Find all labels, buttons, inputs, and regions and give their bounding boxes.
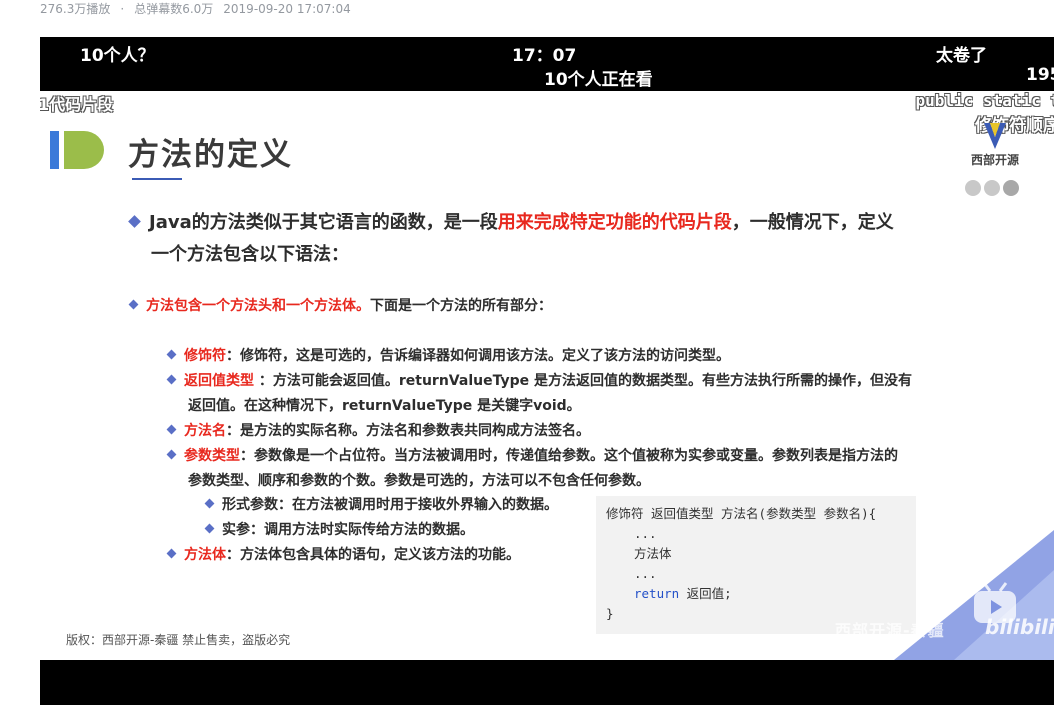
code-keyword: return bbox=[634, 586, 680, 601]
meta-separator: · bbox=[120, 2, 125, 16]
diamond-bullet-icon bbox=[204, 523, 215, 533]
item-param-type: 参数类型：参数像是一个占位符。当方法被调用时，传递值给参数。这个值被称为实参或变… bbox=[166, 444, 958, 494]
item-desc: ：参数像是一个占位符。当方法被调用时，传递值给参数。这个值被称为实参或变量。参数… bbox=[240, 448, 898, 464]
item-method-name: 方法名：是方法的实际名称。方法名和参数表共同构成方法签名。 bbox=[166, 419, 958, 444]
subitem-formal-param: 形式参数：在方法被调用时用于接收外界输入的数据。 bbox=[204, 493, 558, 518]
title-accent-icon bbox=[50, 131, 104, 169]
diamond-bullet-icon bbox=[166, 424, 177, 434]
danmaku-comment: 10个人正在看 bbox=[544, 70, 653, 90]
diamond-bullet-icon bbox=[166, 449, 177, 459]
copyright-note: 版权：西部开源-秦疆 禁止售卖，盗版必究 bbox=[66, 633, 291, 647]
item-term: 修饰符 bbox=[184, 348, 226, 364]
play-count: 276.3万播放 bbox=[40, 2, 111, 16]
bullet-highlight: 方法包含一个方法头和一个方法体。 bbox=[146, 298, 370, 314]
bullet-text: 下面是一个方法的所有部分： bbox=[370, 298, 552, 314]
item-term: 参数类型 bbox=[184, 448, 240, 464]
video-frame-slide: 1代码片段 public static t 修饰符顺序 方法的定义 西部开源 J… bbox=[40, 91, 1054, 660]
item-term: 方法体 bbox=[184, 547, 226, 563]
item-modifier: 修饰符：修饰符，这是可选的，告诉编译器如何调用该方法。定义了该方法的访问类型。 bbox=[166, 344, 958, 369]
diamond-bullet-icon bbox=[204, 498, 215, 508]
code-line: 修饰符 返回值类型 方法名(参数类型 参数名){ bbox=[606, 506, 877, 521]
item-term: 返回值类型 bbox=[184, 373, 254, 389]
brand-logo-icon bbox=[984, 123, 1006, 149]
danmaku-comment: 10个人？ bbox=[80, 46, 155, 66]
item-desc: ：方法可能会返回值。returnValueType 是方法返回值的数据类型。有些… bbox=[254, 373, 912, 389]
subitem-text: 形式参数：在方法被调用时用于接收外界输入的数据。 bbox=[222, 497, 558, 513]
code-line: ... bbox=[634, 566, 657, 581]
bullet-text: ，一般情况下，定义 bbox=[731, 212, 894, 233]
danmaku-comment: 17：07 bbox=[512, 46, 577, 66]
title-underline bbox=[132, 178, 182, 180]
diamond-bullet-icon bbox=[166, 349, 177, 359]
item-term: 方法名 bbox=[184, 423, 226, 439]
code-syntax-box: 修饰符 返回值类型 方法名(参数类型 参数名){ ... 方法体 ... ret… bbox=[596, 496, 916, 634]
video-corner-code: public static t bbox=[915, 91, 1054, 110]
diamond-bullet-icon bbox=[128, 214, 141, 228]
uploader-watermark: 西部开源-秦疆 bbox=[835, 621, 945, 640]
danmaku-comment: 195 bbox=[1026, 65, 1054, 85]
dot-icon bbox=[984, 180, 1000, 196]
bullet-text: Java的方法类似于其它语言的函数，是一段 bbox=[149, 212, 498, 233]
publish-timestamp: 2019-09-20 17:07:04 bbox=[223, 2, 351, 16]
brand-name: 西部开源 bbox=[970, 153, 1019, 167]
item-desc: ：修饰符，这是可选的，告诉编译器如何调用该方法。定义了该方法的访问类型。 bbox=[226, 348, 730, 364]
item-desc: 参数类型、顺序和参数的个数。参数是可选的，方法可以不包含任何参数。 bbox=[188, 473, 650, 489]
diamond-bullet-icon bbox=[166, 374, 177, 384]
item-return-type: 返回值类型 ：方法可能会返回值。returnValueType 是方法返回值的数… bbox=[166, 369, 958, 419]
bullet-method-parts: 方法包含一个方法头和一个方法体。下面是一个方法的所有部分： bbox=[128, 295, 552, 315]
dot-icon bbox=[965, 180, 981, 196]
video-player[interactable]: 10个人？ 17：07 10个人正在看 太卷了 195 1代码片段 public… bbox=[40, 37, 1054, 705]
code-line: ... bbox=[634, 526, 657, 541]
item-desc: ：方法体包含具体的语句，定义该方法的功能。 bbox=[226, 547, 520, 563]
bullet-highlight: 用来完成特定功能的代码片段 bbox=[497, 212, 732, 233]
diamond-bullet-icon bbox=[128, 299, 139, 309]
bullet-text: 一个方法包含以下语法： bbox=[151, 244, 349, 265]
brand-logo-block: 西部开源 bbox=[960, 121, 1030, 168]
video-corner-caption: 1代码片段 bbox=[40, 95, 114, 114]
subitem-text: 实参：调用方法时实际传给方法的数据。 bbox=[222, 522, 474, 538]
item-desc: ：是方法的实际名称。方法名和参数表共同构成方法签名。 bbox=[226, 423, 590, 439]
subitem-actual-param: 实参：调用方法时实际传给方法的数据。 bbox=[204, 518, 474, 543]
danmaku-total: 总弹幕数6.0万 bbox=[134, 2, 214, 16]
item-desc: 返回值。在这种情况下，returnValueType 是关键字void。 bbox=[188, 398, 581, 414]
bullet-java-methods: Java的方法类似于其它语言的函数，是一段用来完成特定功能的代码片段，一般情况下… bbox=[128, 207, 950, 271]
code-line: 方法体 bbox=[634, 546, 672, 561]
code-text: 返回值; bbox=[679, 586, 732, 601]
bilibili-logo-text: bilibili bbox=[985, 615, 1054, 639]
slide-dots bbox=[965, 180, 1022, 200]
slide-title: 方法的定义 bbox=[128, 137, 293, 173]
code-line: return 返回值; bbox=[606, 584, 906, 604]
danmaku-comment: 太卷了 bbox=[936, 46, 987, 66]
dot-icon bbox=[1003, 180, 1019, 196]
diamond-bullet-icon bbox=[166, 548, 177, 558]
video-meta-bar: 276.3万播放 · 总弹幕数6.0万 2019-09-20 17:07:04 bbox=[40, 0, 361, 18]
